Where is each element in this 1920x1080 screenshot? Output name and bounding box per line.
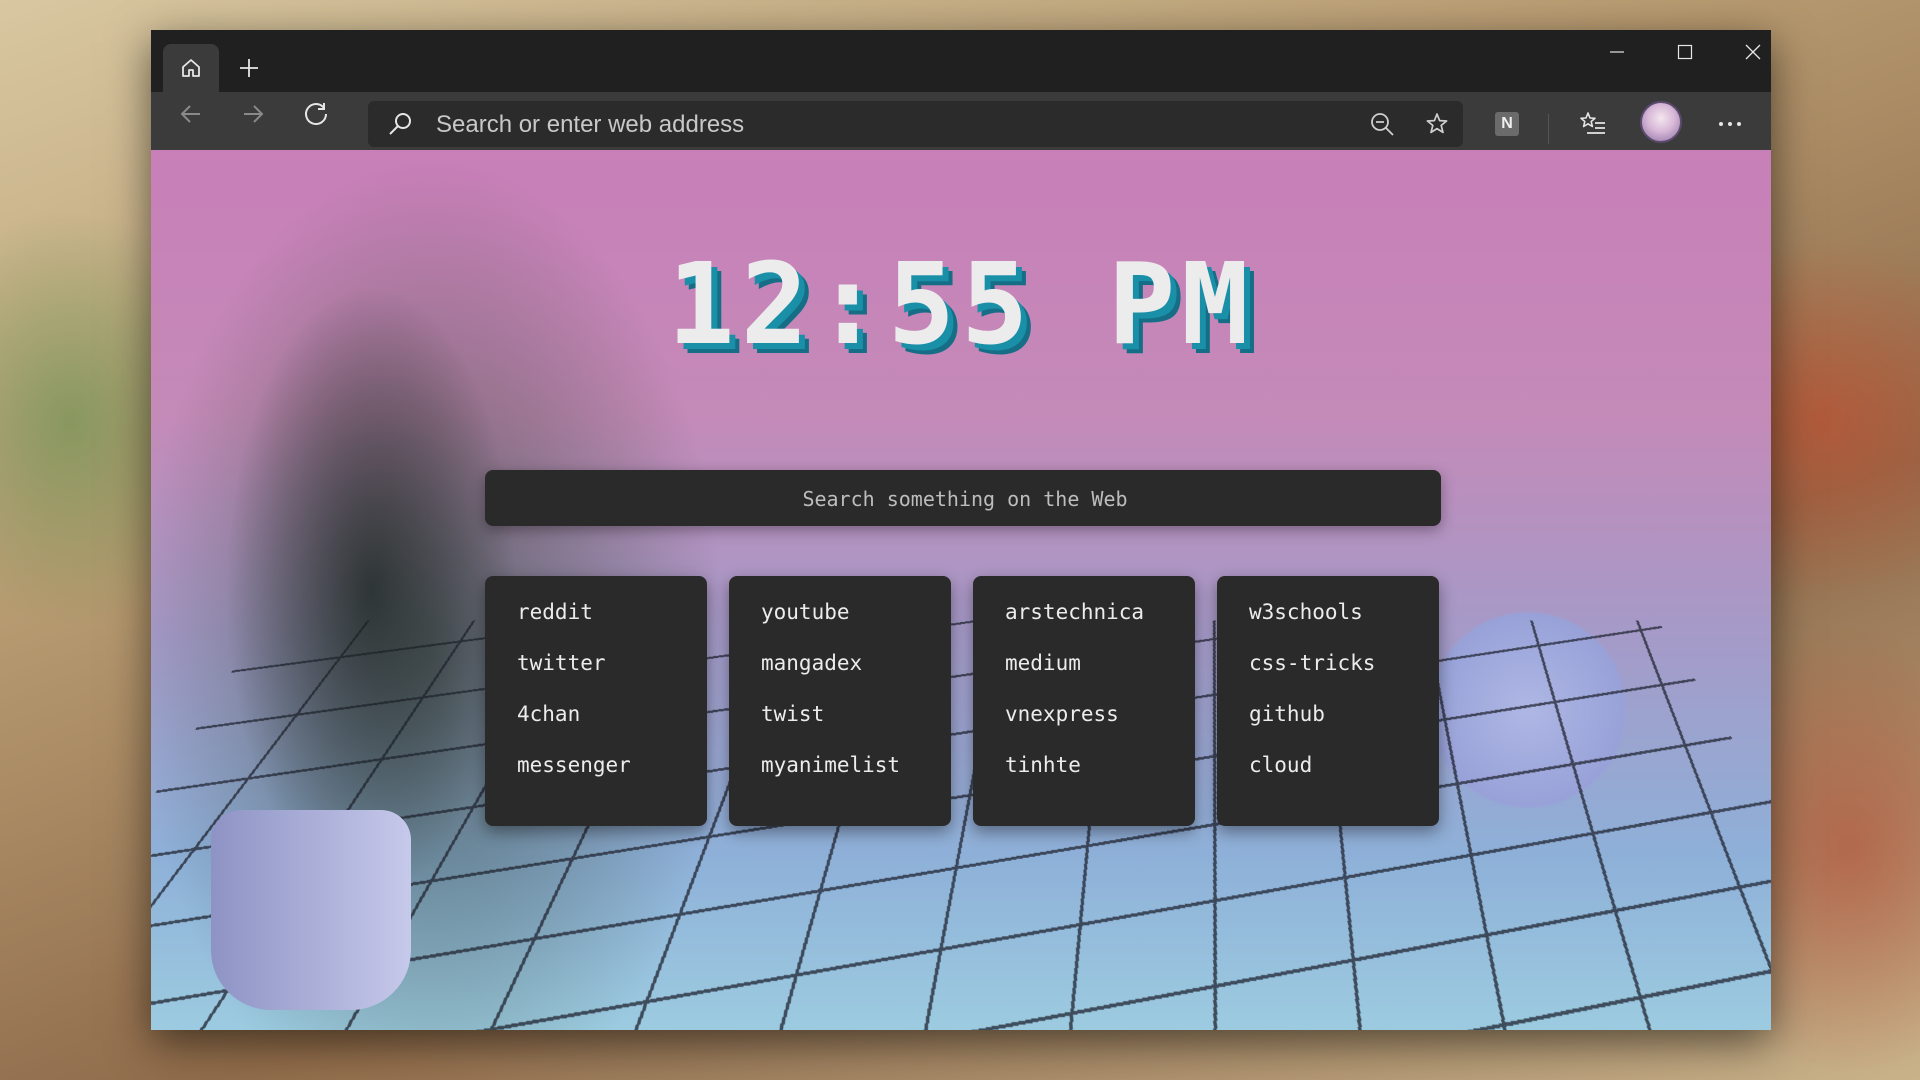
refresh-button[interactable] <box>294 92 338 136</box>
back-button[interactable] <box>169 92 213 136</box>
plus-icon <box>240 59 258 77</box>
arrow-left-icon <box>180 105 200 123</box>
bookmark-link[interactable]: myanimelist <box>761 753 900 777</box>
zoom-out-button[interactable] <box>1360 102 1404 146</box>
avatar <box>1640 101 1682 143</box>
bookmark-card-3: arstechnica medium vnexpress tinhte <box>973 576 1195 826</box>
bookmark-link[interactable]: arstechnica <box>1005 600 1144 624</box>
minimize-button[interactable] <box>1583 30 1651 74</box>
address-input[interactable] <box>434 101 1338 149</box>
bookmark-link[interactable]: css-tricks <box>1249 651 1375 675</box>
favorite-button[interactable] <box>1415 102 1459 146</box>
clock-display: 12:55 PM <box>667 240 1255 370</box>
web-search-input[interactable] <box>485 470 1445 528</box>
close-button[interactable] <box>1719 30 1771 74</box>
bookmark-link[interactable]: cloud <box>1249 753 1312 777</box>
bookmark-link[interactable]: twist <box>761 702 824 726</box>
bookmark-link[interactable]: w3schools <box>1249 600 1363 624</box>
more-dots-icon <box>1719 122 1741 126</box>
new-tab-button[interactable] <box>231 50 267 86</box>
forward-button[interactable] <box>231 92 275 136</box>
zoom-out-icon <box>1371 113 1394 136</box>
bookmark-card-2: youtube mangadex twist myanimelist <box>729 576 951 826</box>
bookmark-link[interactable]: tinhte <box>1005 753 1081 777</box>
title-bar <box>151 30 1771 92</box>
arrow-right-icon <box>244 105 264 123</box>
web-search-box[interactable] <box>485 470 1445 528</box>
bookmark-card-4: w3schools css-tricks github cloud <box>1217 576 1439 826</box>
bookmark-link[interactable]: youtube <box>761 600 850 624</box>
background-pot <box>211 810 411 1010</box>
extension-button[interactable]: N <box>1485 102 1529 146</box>
home-icon <box>182 59 200 77</box>
bookmark-link[interactable]: reddit <box>517 600 593 624</box>
onenote-extension-icon: N <box>1495 112 1519 136</box>
address-bar[interactable] <box>368 101 1463 149</box>
bookmark-link[interactable]: mangadex <box>761 651 862 675</box>
maximize-button[interactable] <box>1651 30 1719 74</box>
refresh-icon <box>305 103 327 125</box>
bookmark-link[interactable]: messenger <box>517 753 631 777</box>
favorites-button[interactable] <box>1571 102 1615 146</box>
bookmark-link[interactable]: github <box>1249 702 1325 726</box>
page-viewport: 12:55 PM reddit twitter 4chan messenger … <box>151 150 1771 1030</box>
bookmark-card-1: reddit twitter 4chan messenger <box>485 576 707 826</box>
bookmark-link[interactable]: vnexpress <box>1005 702 1119 726</box>
minimize-icon <box>1610 51 1624 53</box>
extension-label: N <box>1501 115 1513 132</box>
bookmark-link[interactable]: medium <box>1005 651 1081 675</box>
browser-window: N 12:55 PM <box>151 30 1771 1030</box>
settings-more-button[interactable] <box>1708 102 1752 146</box>
toolbar-divider <box>1548 114 1549 144</box>
bookmark-groups: reddit twitter 4chan messenger youtube m… <box>485 576 1441 826</box>
favorites-list-icon <box>1580 112 1605 134</box>
star-add-icon <box>1426 113 1448 134</box>
search-icon <box>389 113 411 135</box>
bookmark-link[interactable]: 4chan <box>517 702 580 726</box>
maximize-icon <box>1677 44 1693 60</box>
bookmark-link[interactable]: twitter <box>517 651 606 675</box>
tab-home[interactable] <box>163 44 219 92</box>
profile-button[interactable] <box>1639 100 1683 144</box>
close-icon <box>1745 44 1761 60</box>
